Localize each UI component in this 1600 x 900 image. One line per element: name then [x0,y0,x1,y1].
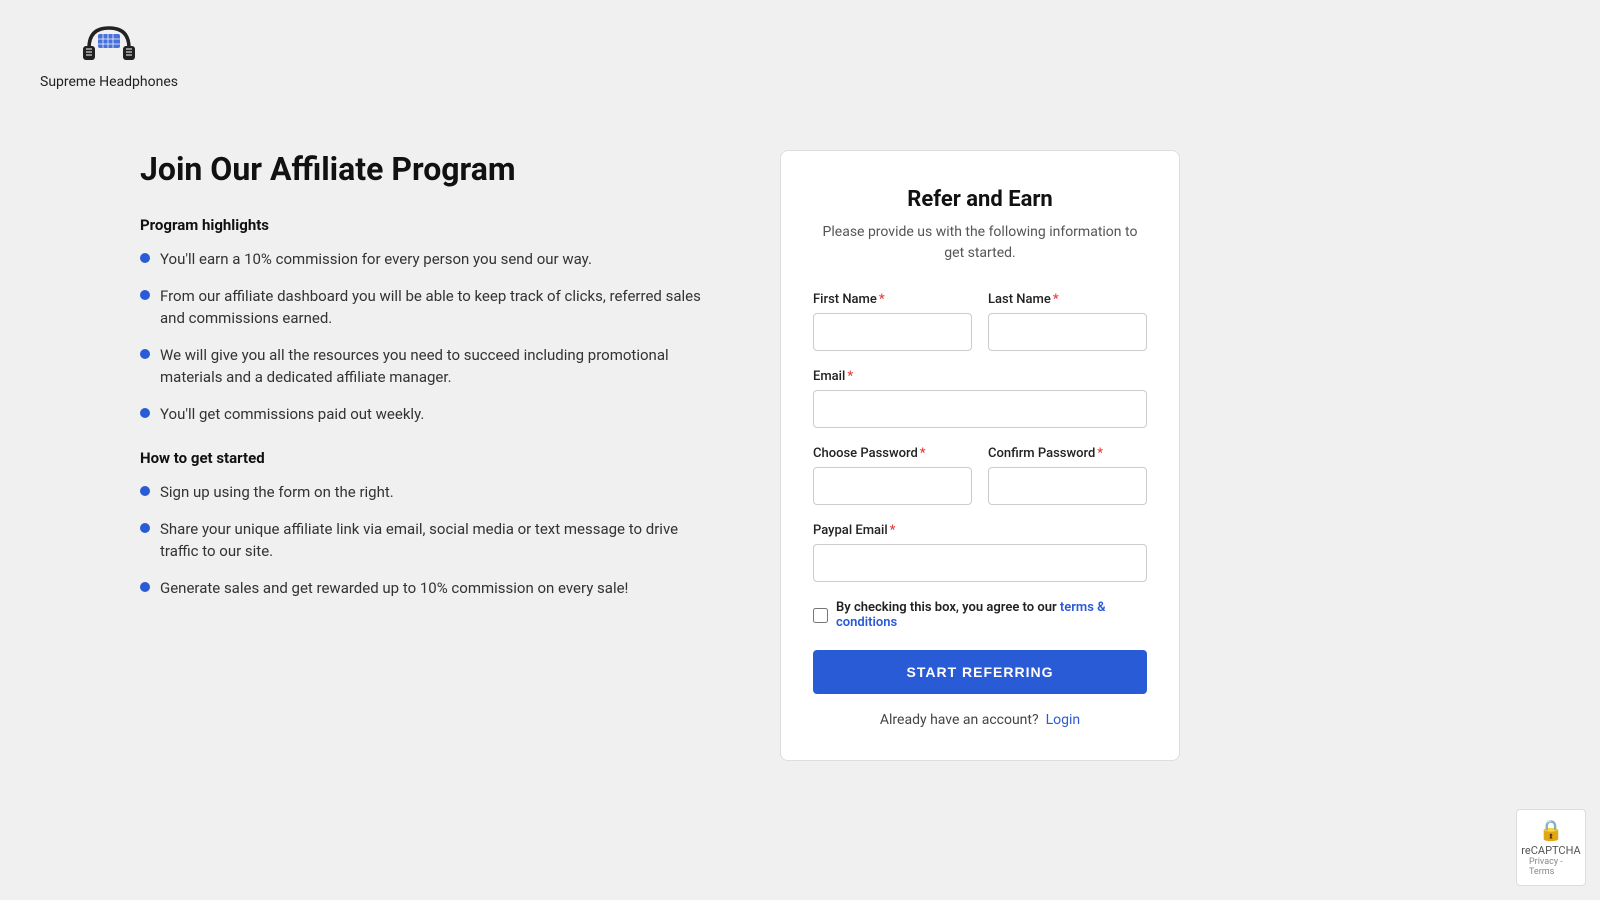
paypal-row: Paypal Email* [813,523,1147,582]
paypal-email-label: Paypal Email* [813,523,1147,538]
terms-checkbox[interactable] [813,608,828,623]
login-row: Already have an account? Login [813,712,1147,728]
form-subtitle: Please provide us with the following inf… [813,222,1147,264]
list-item: Share your unique affiliate link via ema… [140,518,720,563]
start-referring-button[interactable]: START REFERRING [813,650,1147,694]
required-star: * [847,369,853,384]
first-name-input[interactable] [813,313,972,351]
bullet-icon [140,290,150,300]
required-star: * [879,292,885,307]
bullet-icon [140,349,150,359]
confirm-password-input[interactable] [988,467,1147,505]
recaptcha-sublabel: Privacy - Terms [1529,857,1573,877]
last-name-group: Last Name* [988,292,1147,351]
choose-password-group: Choose Password* [813,446,972,505]
list-item: We will give you all the resources you n… [140,344,720,389]
highlights-heading: Program highlights [140,216,720,234]
required-star: * [1053,292,1059,307]
first-name-group: First Name* [813,292,972,351]
header: Supreme Headphones [0,0,1600,110]
list-item: You'll get commissions paid out weekly. [140,403,720,426]
paypal-email-input[interactable] [813,544,1147,582]
list-item: Sign up using the form on the right. [140,481,720,504]
email-group: Email* [813,369,1147,428]
required-star: * [890,523,896,538]
paypal-email-group: Paypal Email* [813,523,1147,582]
email-label: Email* [813,369,1147,384]
terms-checkbox-row: By checking this box, you agree to our t… [813,600,1147,630]
login-link[interactable]: Login [1046,712,1081,728]
recaptcha-label: reCAPTCHA [1521,844,1580,857]
choose-password-input[interactable] [813,467,972,505]
last-name-label: Last Name* [988,292,1147,307]
logo-area: Supreme Headphones [40,20,178,90]
headphones-logo-icon [79,20,139,70]
required-star: * [920,446,926,461]
left-panel: Join Our Affiliate Program Program highl… [140,150,720,623]
signup-form-panel: Refer and Earn Please provide us with th… [780,150,1180,761]
main-content: Join Our Affiliate Program Program highl… [0,110,1600,801]
last-name-input[interactable] [988,313,1147,351]
recaptcha-badge: 🔒 reCAPTCHA Privacy - Terms [1516,809,1586,886]
confirm-password-group: Confirm Password* [988,446,1147,505]
bullet-icon [140,408,150,418]
bullet-icon [140,486,150,496]
list-item: Generate sales and get rewarded up to 10… [140,577,720,600]
brand-name: Supreme Headphones [40,74,178,90]
email-input[interactable] [813,390,1147,428]
list-item: You'll earn a 10% commission for every p… [140,248,720,271]
required-star: * [1097,446,1103,461]
bullet-icon [140,253,150,263]
how-to-list: Sign up using the form on the right. Sha… [140,481,720,599]
checkbox-label-text: By checking this box, you agree to our t… [836,600,1147,630]
page-title: Join Our Affiliate Program [140,150,720,188]
email-row: Email* [813,369,1147,428]
name-row: First Name* Last Name* [813,292,1147,351]
choose-password-label: Choose Password* [813,446,972,461]
bullet-icon [140,523,150,533]
already-account-text: Already have an account? [880,712,1039,728]
first-name-label: First Name* [813,292,972,307]
highlights-list: You'll earn a 10% commission for every p… [140,248,720,425]
confirm-password-label: Confirm Password* [988,446,1147,461]
recaptcha-icon: 🔒 [1539,818,1564,842]
list-item: From our affiliate dashboard you will be… [140,285,720,330]
password-row: Choose Password* Confirm Password* [813,446,1147,505]
how-to-heading: How to get started [140,449,720,467]
bullet-icon [140,582,150,592]
form-title: Refer and Earn [813,187,1147,212]
